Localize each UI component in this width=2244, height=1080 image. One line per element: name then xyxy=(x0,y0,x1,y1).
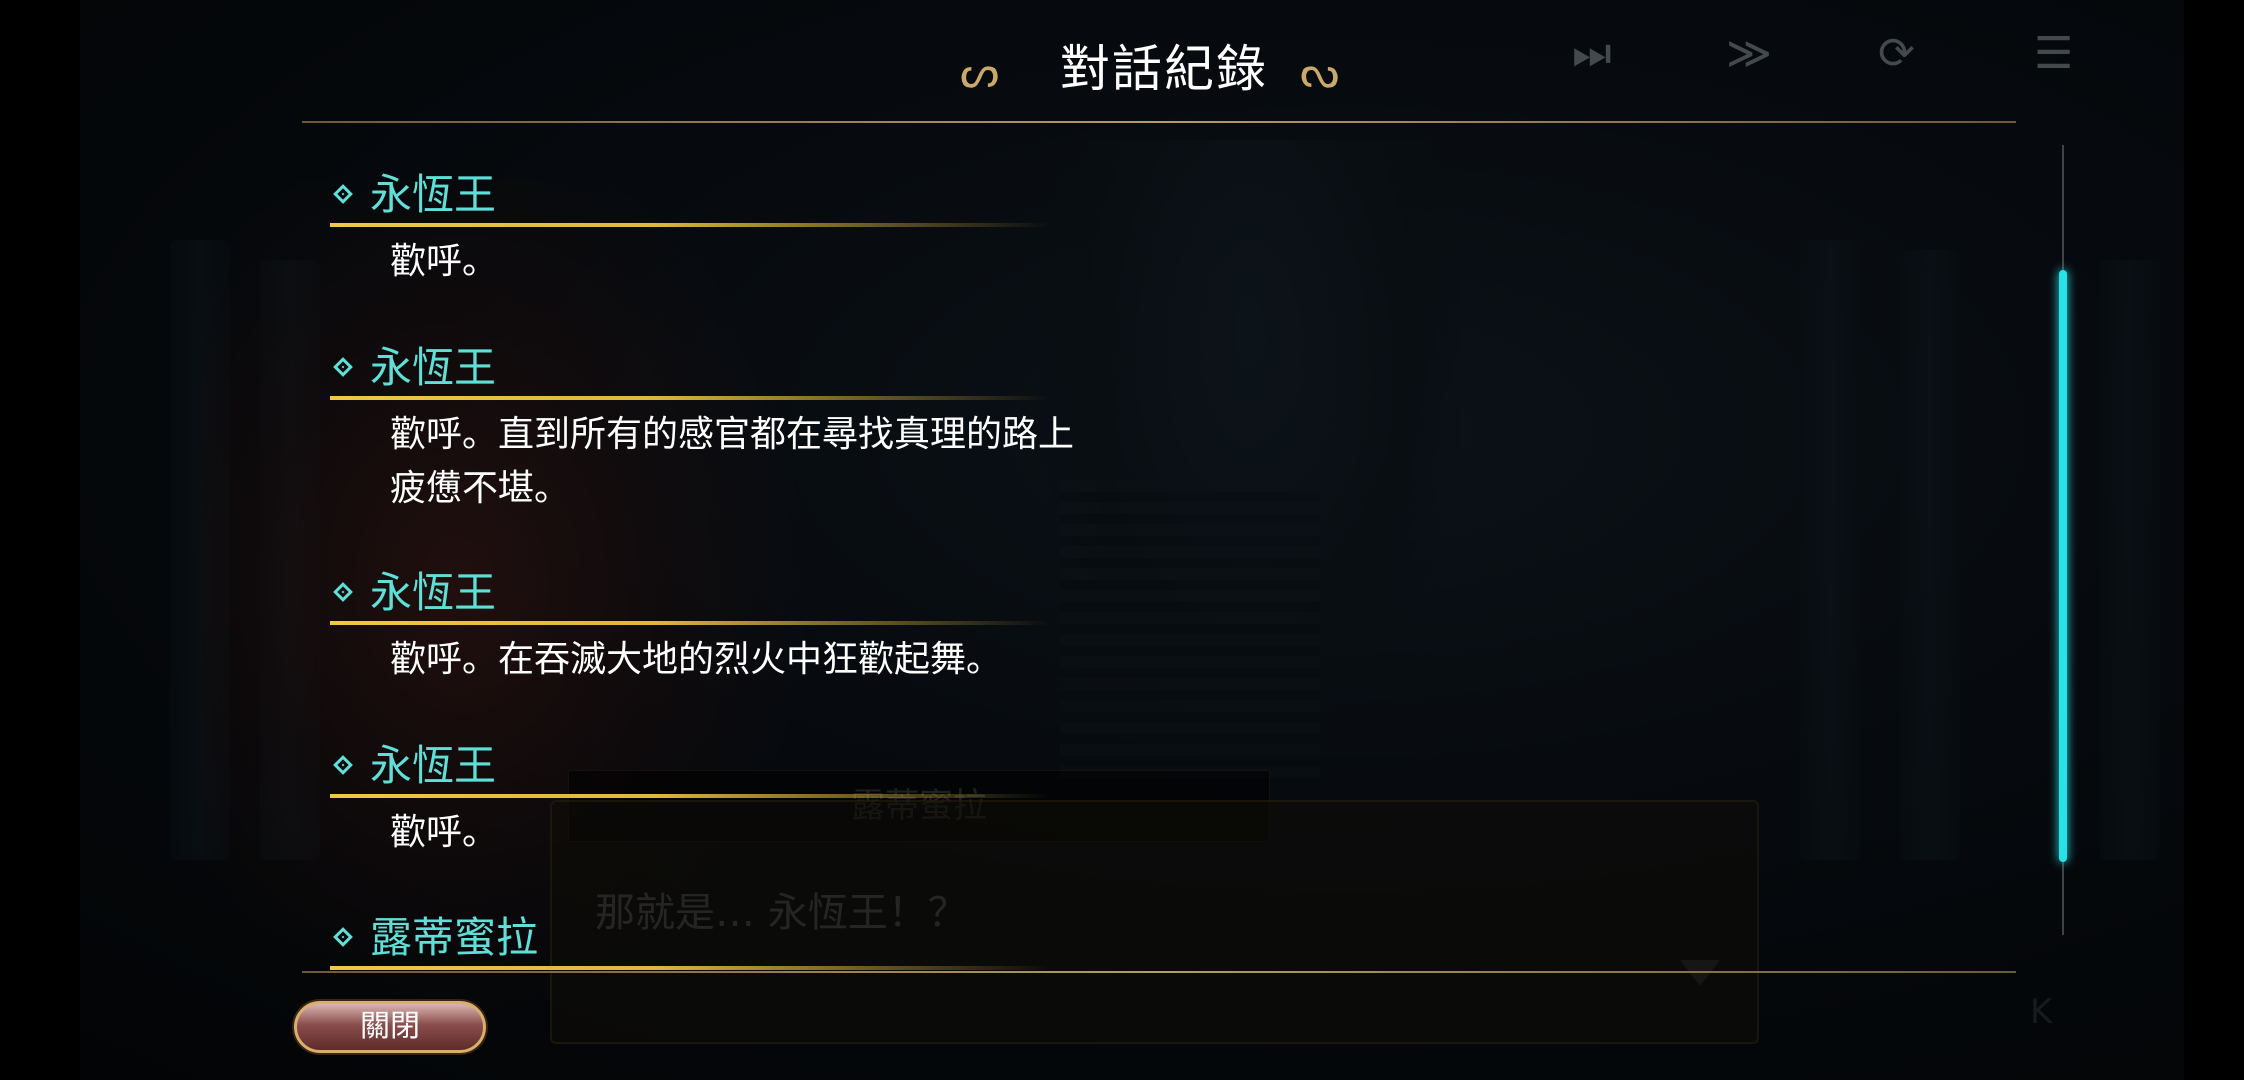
title-ornament-left-icon: ᔕ xyxy=(960,47,1000,98)
log-entry: 永恆王 歡呼。 xyxy=(330,736,1330,860)
title-ornament-right-icon: ᔓ xyxy=(1300,47,1340,98)
dialog-line: 歡呼。 xyxy=(390,241,499,282)
footer-divider xyxy=(302,971,2016,973)
scrollbar-thumb[interactable] xyxy=(2059,270,2067,862)
speaker-underline xyxy=(330,794,1050,798)
diamond-bullet-icon xyxy=(333,582,353,602)
dialog-line: 歡呼。 xyxy=(390,812,499,853)
speaker-underline xyxy=(330,223,1050,227)
speaker-underline xyxy=(330,396,1050,400)
dialog-line: 歡呼。直到所有的感官都在尋找真理的路上 xyxy=(390,414,1075,455)
page-title: 對話紀錄 xyxy=(1060,40,1268,98)
diamond-bullet-icon xyxy=(333,357,353,377)
log-entry: 永恆王 歡呼。直到所有的感官都在尋找真理的路上 疲憊不堪。 xyxy=(330,338,1330,516)
fast-forward-icon[interactable]: ≫ xyxy=(1726,32,1772,76)
speaker-name: 露蒂蜜拉 xyxy=(370,913,539,962)
log-entry: 永恆王 歡呼。在吞滅大地的烈火中狂歡起舞。 xyxy=(330,563,1330,687)
diamond-bullet-icon xyxy=(333,927,353,947)
diamond-bullet-icon xyxy=(333,755,353,775)
log-entry: 永恆王 歡呼。 xyxy=(330,165,1330,289)
speaker-underline xyxy=(330,621,1050,625)
log-entry: 露蒂蜜拉 xyxy=(330,908,1330,970)
speaker-name: 永恆王 xyxy=(370,568,497,617)
speaker-underline xyxy=(330,966,1050,970)
diamond-bullet-icon xyxy=(333,184,353,204)
speaker-name: 永恆王 xyxy=(370,343,497,392)
auto-play-icon[interactable]: ⟳ xyxy=(1878,32,1915,76)
log-icon[interactable]: ☰ xyxy=(2034,32,2073,76)
skip-icon[interactable]: ⏭ xyxy=(1572,32,1612,76)
speaker-name: 永恆王 xyxy=(370,741,497,790)
close-button[interactable]: 關閉 xyxy=(294,1001,486,1053)
speaker-name: 永恆王 xyxy=(370,170,497,219)
header-divider xyxy=(302,121,2016,123)
dialog-line: 疲憊不堪。 xyxy=(390,468,571,509)
dialog-line: 歡呼。在吞滅大地的烈火中狂歡起舞。 xyxy=(390,639,1003,680)
